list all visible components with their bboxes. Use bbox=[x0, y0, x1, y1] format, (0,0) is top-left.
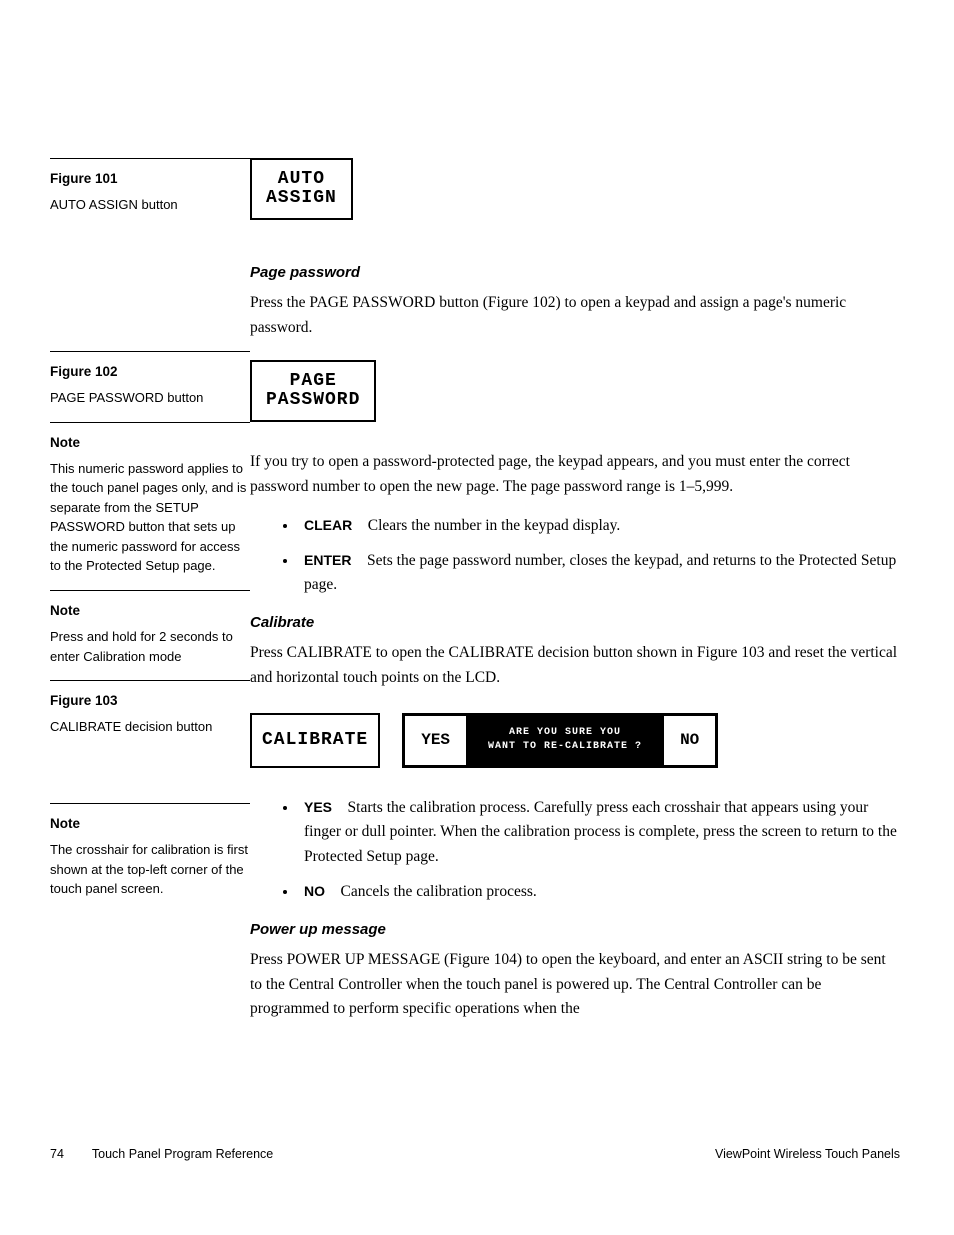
footer-left-text: Touch Panel Program Reference bbox=[92, 1147, 273, 1161]
no-option: NO bbox=[664, 716, 715, 765]
note-password: Note This numeric password applies to th… bbox=[50, 422, 250, 590]
page-number: 74 bbox=[50, 1147, 64, 1161]
figure-label: Figure 103 bbox=[50, 691, 250, 711]
heading-calibrate: Calibrate bbox=[250, 614, 900, 631]
page-password-bullets: CLEAR Clears the number in the keypad di… bbox=[298, 514, 900, 598]
figure-101-caption: Figure 101 AUTO ASSIGN button bbox=[50, 158, 250, 229]
note-title: Note bbox=[50, 814, 250, 834]
term: NO bbox=[304, 883, 325, 899]
lcd-text: CALIBRATE bbox=[262, 730, 368, 750]
lcd-text: PAGE bbox=[290, 371, 337, 391]
yes-option: YES bbox=[405, 716, 466, 765]
paragraph: Press CALIBRATE to open the CALIBRATE de… bbox=[250, 641, 900, 691]
note-text: Press and hold for 2 seconds to enter Ca… bbox=[50, 627, 250, 666]
note-text: The crosshair for calibration is first s… bbox=[50, 840, 250, 899]
list-item: YES Starts the calibration process. Care… bbox=[298, 796, 900, 870]
lcd-text: PASSWORD bbox=[266, 390, 360, 410]
figure-caption-text: AUTO ASSIGN button bbox=[50, 195, 250, 215]
heading-power-up: Power up message bbox=[250, 921, 900, 938]
term: ENTER bbox=[304, 552, 351, 568]
term-text: Clears the number in the keypad display. bbox=[368, 517, 621, 534]
paragraph: Press the PAGE PASSWORD button (Figure 1… bbox=[250, 291, 900, 341]
figure-102-caption: Figure 102 PAGE PASSWORD button bbox=[50, 351, 250, 422]
note-crosshair: Note The crosshair for calibration is fi… bbox=[50, 803, 250, 913]
calibrate-decision-graphic: CALIBRATE YES ARE YOU SURE YOU WANT TO R… bbox=[250, 713, 900, 768]
lcd-text: ASSIGN bbox=[266, 188, 337, 208]
list-item: ENTER Sets the page password number, clo… bbox=[298, 549, 900, 599]
figure-label: Figure 101 bbox=[50, 169, 250, 189]
list-item: NO Cancels the calibration process. bbox=[298, 880, 900, 905]
calibrate-bullets: YES Starts the calibration process. Care… bbox=[298, 796, 900, 905]
list-item: CLEAR Clears the number in the keypad di… bbox=[298, 514, 900, 539]
term-text: Starts the calibration process. Carefull… bbox=[304, 799, 897, 866]
page-footer: 74 Touch Panel Program Reference ViewPoi… bbox=[50, 1147, 900, 1161]
calibrate-button: CALIBRATE bbox=[250, 713, 380, 768]
note-title: Note bbox=[50, 601, 250, 621]
calibrate-prompt: YES ARE YOU SURE YOU WANT TO RE-CALIBRAT… bbox=[402, 713, 718, 768]
term-text: Sets the page password number, closes th… bbox=[304, 552, 896, 594]
auto-assign-button: AUTO ASSIGN bbox=[250, 158, 353, 220]
page-password-button: PAGE PASSWORD bbox=[250, 360, 376, 422]
paragraph: If you try to open a password-protected … bbox=[250, 450, 900, 500]
figure-label: Figure 102 bbox=[50, 362, 250, 382]
paragraph: Press POWER UP MESSAGE (Figure 104) to o… bbox=[250, 948, 900, 1022]
figure-caption-text: PAGE PASSWORD button bbox=[50, 388, 250, 408]
heading-page-password: Page password bbox=[250, 264, 900, 281]
term: YES bbox=[304, 799, 332, 815]
figure-caption-text: CALIBRATE decision button bbox=[50, 717, 250, 737]
lcd-text: AUTO bbox=[278, 169, 325, 189]
term: CLEAR bbox=[304, 517, 352, 533]
confirm-message: ARE YOU SURE YOU WANT TO RE-CALIBRATE ? bbox=[466, 716, 664, 765]
note-calibration-hold: Note Press and hold for 2 seconds to ent… bbox=[50, 590, 250, 680]
term-text: Cancels the calibration process. bbox=[341, 883, 537, 900]
note-title: Note bbox=[50, 433, 250, 453]
footer-right-text: ViewPoint Wireless Touch Panels bbox=[715, 1147, 900, 1161]
figure-103-caption: Figure 103 CALIBRATE decision button bbox=[50, 680, 250, 751]
note-text: This numeric password applies to the tou… bbox=[50, 459, 250, 576]
